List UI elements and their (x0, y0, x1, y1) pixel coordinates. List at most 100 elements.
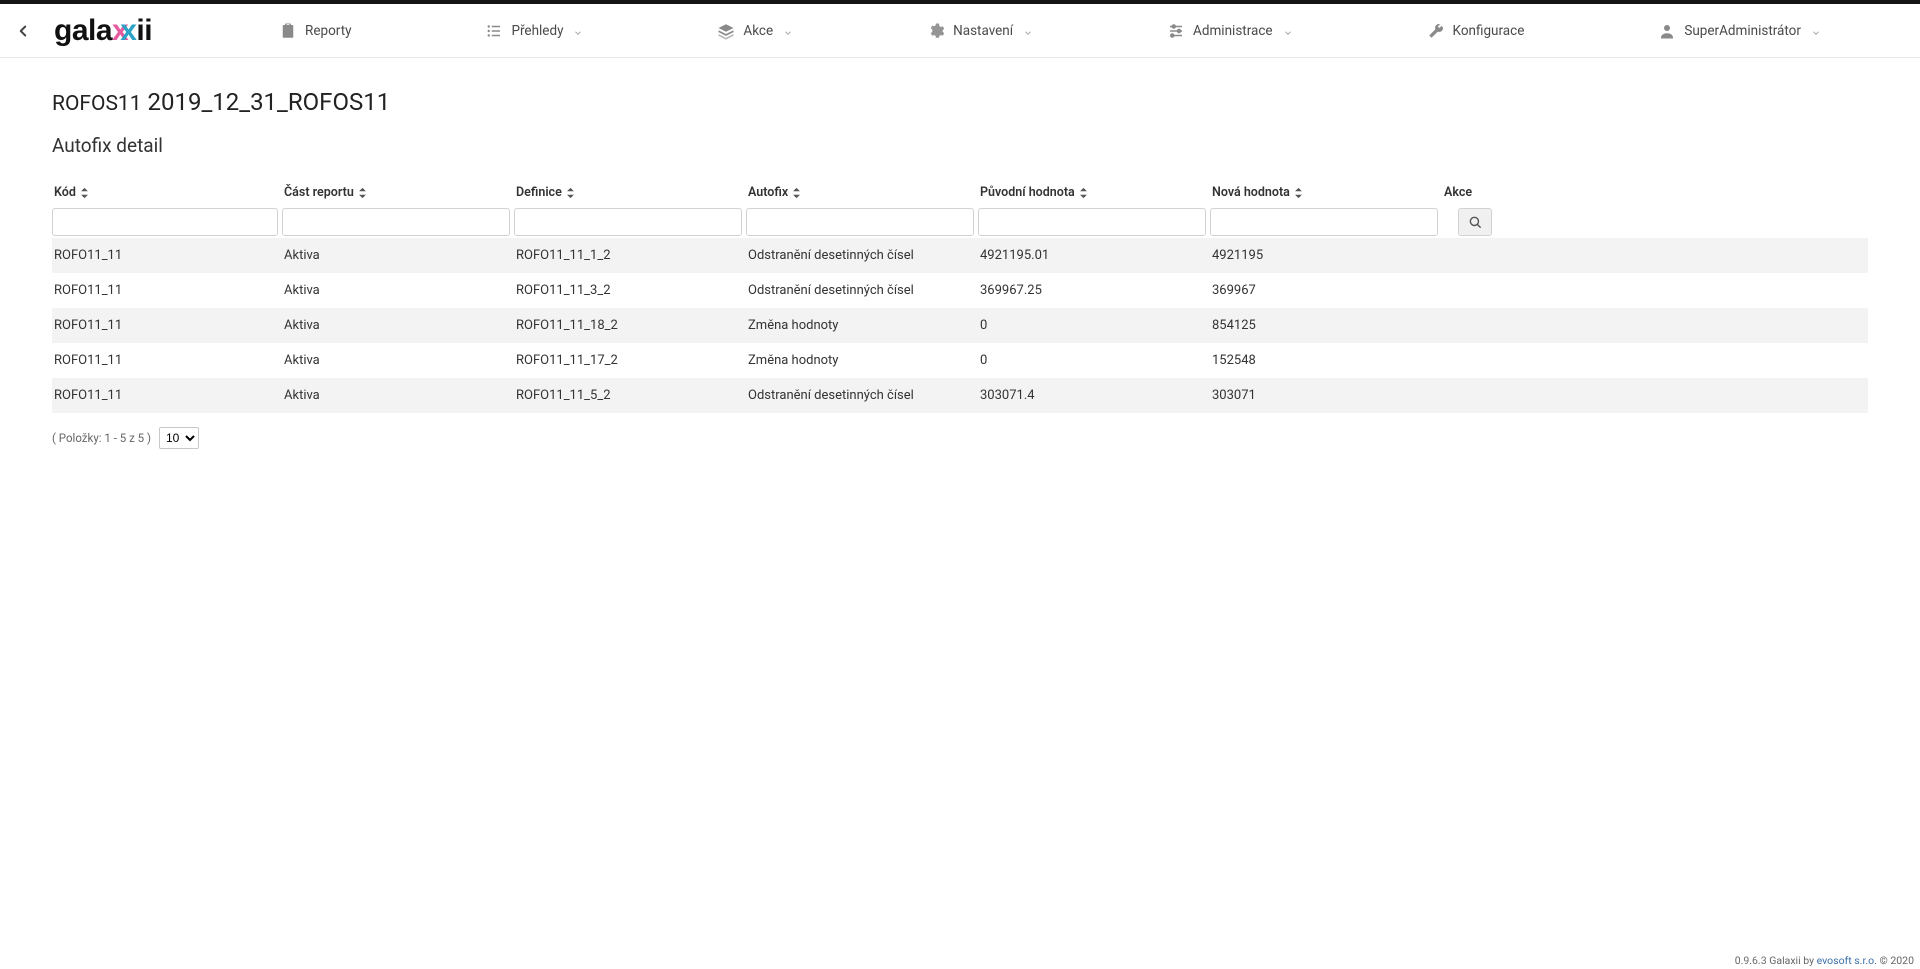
cell-newv: 303071 (1210, 378, 1442, 413)
cell-part: Aktiva (282, 273, 514, 308)
cell-actions (1442, 246, 1496, 266)
cell-def: ROFO11_11_17_2 (514, 343, 746, 378)
user-icon (1658, 22, 1676, 40)
app-logo[interactable]: galaxxii (54, 14, 152, 48)
nav-item-label: Akce (743, 23, 773, 39)
filter-input-orig[interactable] (978, 208, 1206, 236)
cell-def: ROFO11_11_1_2 (514, 238, 746, 273)
page-title-prefix: ROFOS11 (52, 92, 142, 116)
cell-actions (1442, 281, 1496, 301)
cell-autofix: Změna hodnoty (746, 343, 978, 378)
col-header-label: Akce (1444, 185, 1472, 200)
cell-def: ROFO11_11_5_2 (514, 378, 746, 413)
nav-item-superadministrátor[interactable]: SuperAdministrátor (1648, 16, 1831, 46)
col-header-new[interactable]: Nová hodnota (1210, 179, 1442, 206)
col-header-label: Definice (516, 185, 562, 200)
cell-part: Aktiva (282, 343, 514, 378)
chevron-down-icon (573, 26, 583, 36)
col-header-label: Autofix (748, 185, 788, 200)
cell-newv: 854125 (1210, 308, 1442, 343)
cell-code: ROFO11_11 (52, 343, 282, 378)
sort-icon (566, 187, 575, 199)
col-header-label: Část reportu (284, 185, 354, 200)
nav-item-konfigurace[interactable]: Konfigurace (1417, 16, 1535, 46)
search-icon (1468, 215, 1482, 229)
col-header-actions: Akce (1442, 179, 1496, 206)
cell-part: Aktiva (282, 378, 514, 413)
table-row: ROFO11_11AktivaROFO11_11_3_2Odstranění d… (52, 273, 1868, 308)
cell-code: ROFO11_11 (52, 238, 282, 273)
cell-newv: 369967 (1210, 273, 1442, 308)
sort-icon (358, 187, 367, 199)
cell-actions (1442, 351, 1496, 371)
clipboard-icon (279, 22, 297, 40)
footer: 0.9.6.3 Galaxii by evosoft s.r.o. © 2020 (1729, 952, 1920, 969)
nav-item-label: Konfigurace (1453, 23, 1525, 39)
wrench-icon (1427, 22, 1445, 40)
col-header-autofix[interactable]: Autofix (746, 179, 978, 206)
footer-copyright: © 2020 (1877, 954, 1914, 967)
chevron-down-icon (1283, 26, 1293, 36)
cell-code: ROFO11_11 (52, 378, 282, 413)
filter-input-code[interactable] (52, 208, 278, 236)
cell-actions (1442, 386, 1496, 406)
table-header-row: Kód Část reportu Definice Autofix Původn… (52, 179, 1868, 206)
table-row: ROFO11_11AktivaROFO11_11_1_2Odstranění d… (52, 238, 1868, 273)
nav-item-label: Nastavení (953, 23, 1013, 39)
nav-item-reporty[interactable]: Reporty (269, 16, 361, 46)
cell-autofix: Odstranění desetinných čísel (746, 273, 978, 308)
table-body: ROFO11_11AktivaROFO11_11_1_2Odstranění d… (52, 238, 1868, 413)
search-button[interactable] (1458, 208, 1492, 236)
pager: ( Položky: 1 - 5 z 5 ) 10 (52, 427, 1868, 449)
nav-item-administrace[interactable]: Administrace (1157, 16, 1303, 46)
main-container: ROFOS11 2019_12_31_ROFOS11 Autofix detai… (0, 58, 1920, 509)
filter-input-new[interactable] (1210, 208, 1438, 236)
col-header-orig[interactable]: Původní hodnota (978, 179, 1210, 206)
sliders-icon (1167, 22, 1185, 40)
cell-orig: 369967.25 (978, 273, 1210, 308)
layers-icon (717, 22, 735, 40)
filter-input-def[interactable] (514, 208, 742, 236)
chevron-down-icon (783, 26, 793, 36)
nav-item-nastavení[interactable]: Nastavení (917, 16, 1043, 46)
col-header-def[interactable]: Definice (514, 179, 746, 206)
sort-icon (1294, 187, 1303, 199)
nav-item-label: Administrace (1193, 23, 1273, 39)
nav-item-label: SuperAdministrátor (1684, 23, 1801, 39)
filter-input-part[interactable] (282, 208, 510, 236)
col-header-code[interactable]: Kód (52, 179, 282, 206)
gear-icon (927, 22, 945, 40)
cell-orig: 303071.4 (978, 378, 1210, 413)
nav-item-přehledy[interactable]: Přehledy (475, 16, 593, 46)
cell-autofix: Změna hodnoty (746, 308, 978, 343)
nav-item-label: Přehledy (511, 23, 563, 39)
cell-code: ROFO11_11 (52, 273, 282, 308)
cell-code: ROFO11_11 (52, 308, 282, 343)
col-header-label: Původní hodnota (980, 185, 1075, 200)
chevron-down-icon (1811, 26, 1821, 36)
cell-orig: 0 (978, 308, 1210, 343)
page-title-text: 2019_12_31_ROFOS11 (147, 88, 390, 116)
back-button[interactable] (12, 20, 34, 42)
chevron-left-icon (14, 22, 32, 40)
filter-input-autofix[interactable] (746, 208, 974, 236)
sort-icon (792, 187, 801, 199)
cell-newv: 4921195 (1210, 238, 1442, 273)
cell-newv: 152548 (1210, 343, 1442, 378)
nav-item-label: Reporty (305, 23, 351, 39)
autofix-table: Kód Část reportu Definice Autofix Původn… (52, 179, 1868, 413)
page-size-select[interactable]: 10 (159, 427, 199, 449)
footer-link[interactable]: evosoft s.r.o. (1817, 954, 1877, 967)
col-header-label: Nová hodnota (1212, 185, 1290, 200)
pager-summary: ( Položky: 1 - 5 z 5 ) (52, 431, 151, 445)
cell-def: ROFO11_11_3_2 (514, 273, 746, 308)
table-row: ROFO11_11AktivaROFO11_11_17_2Změna hodno… (52, 343, 1868, 378)
chevron-down-icon (1023, 26, 1033, 36)
cell-autofix: Odstranění desetinných čísel (746, 378, 978, 413)
col-header-part[interactable]: Část reportu (282, 179, 514, 206)
cell-orig: 0 (978, 343, 1210, 378)
nav-items: Reporty Přehledy Akce Nastavení Administrace… (212, 16, 1908, 46)
cell-part: Aktiva (282, 238, 514, 273)
cell-part: Aktiva (282, 308, 514, 343)
nav-item-akce[interactable]: Akce (707, 16, 803, 46)
